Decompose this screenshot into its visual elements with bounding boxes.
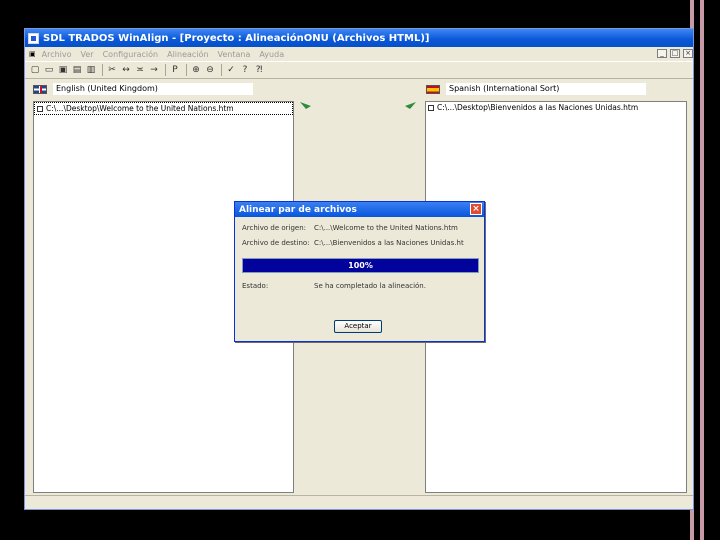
file-icon — [428, 104, 434, 111]
join-icon[interactable]: ≍ — [134, 64, 146, 76]
mdi-restore-icon[interactable]: □ — [670, 49, 680, 58]
mdi-doc-icon[interactable]: ▣ — [29, 50, 36, 58]
source-value: C:\...\Welcome to the United Nations.htm — [314, 224, 458, 232]
menu-configuracion[interactable]: Configuración — [103, 50, 159, 59]
window-titlebar: SDL TRADOS WinAlign - [Proyecto : Alinea… — [25, 29, 693, 47]
app-icon — [28, 32, 39, 44]
align-dialog: Alinear par de archivos × Archivo de ori… — [234, 201, 485, 342]
progress-text: 100% — [348, 261, 373, 270]
dialog-title: Alinear par de archivos — [239, 204, 357, 215]
link-arrow-right-icon — [405, 102, 416, 109]
import-icon[interactable]: ▤ — [71, 64, 83, 76]
cut-icon[interactable]: ✂ — [106, 64, 118, 76]
close-icon[interactable]: × — [470, 203, 482, 215]
menubar: ▣ Archivo Ver Configuración Alineación V… — [25, 47, 693, 61]
accept-button[interactable]: Aceptar — [334, 320, 382, 333]
link-arrow-left-icon — [300, 102, 311, 109]
status-label: Estado: — [242, 282, 269, 290]
properties-button[interactable]: P — [169, 64, 181, 76]
mdi-minimize-icon[interactable]: _ — [657, 49, 667, 58]
dialog-target-row: Archivo de destino: C:\...\Bienvenidos a… — [242, 239, 464, 247]
source-label: Archivo de origen: — [242, 224, 307, 232]
menu-alineacion[interactable]: Alineación — [167, 50, 208, 59]
dialog-titlebar: Alinear par de archivos × — [235, 202, 484, 217]
progress-bar: 100% — [242, 258, 479, 273]
menu-archivo[interactable]: Archivo — [42, 50, 72, 59]
save-icon[interactable]: ▣ — [57, 64, 69, 76]
arrow-right-icon[interactable]: → — [148, 64, 160, 76]
menu-ayuda[interactable]: Ayuda — [259, 50, 284, 59]
menu-ventana[interactable]: Ventana — [218, 50, 251, 59]
target-language: Spanish (International Sort) — [446, 83, 646, 95]
menu-ver[interactable]: Ver — [81, 50, 94, 59]
status-value: Se ha completado la alineación. — [314, 282, 426, 290]
new-file-icon[interactable]: ▢ — [29, 64, 41, 76]
dialog-status-row: Estado: Se ha completado la alineación. — [242, 282, 426, 290]
status-bar — [25, 495, 693, 509]
toolbar: ▢ ▭ ▣ ▤ ▥ ✂ ↔ ≍ → P ⊕ ⊖ ✓ ? ⁈ — [25, 61, 693, 79]
border-line — [700, 0, 704, 540]
context-help-icon[interactable]: ⁈ — [253, 64, 265, 76]
list-item[interactable]: C:\...\Desktop\Welcome to the United Nat… — [34, 102, 293, 115]
target-language-row: Spanish (International Sort) — [426, 83, 646, 95]
zoom-in-icon[interactable]: ⊕ — [190, 64, 202, 76]
toolbar-separator — [165, 64, 166, 76]
export-icon[interactable]: ▥ — [85, 64, 97, 76]
help-icon[interactable]: ? — [239, 64, 251, 76]
dialog-source-row: Archivo de origen: C:\...\Welcome to the… — [242, 224, 458, 232]
list-item[interactable]: C:\...\Desktop\Bienvenidos a las Nacione… — [426, 102, 686, 113]
target-label: Archivo de destino: — [242, 239, 310, 247]
window-title: SDL TRADOS WinAlign - [Proyecto : Alinea… — [43, 32, 430, 44]
confirm-icon[interactable]: ✓ — [225, 64, 237, 76]
file-icon — [37, 105, 43, 112]
target-file-name: C:\...\Desktop\Bienvenidos a las Nacione… — [437, 103, 639, 112]
toolbar-separator — [102, 64, 103, 76]
toolbar-separator — [186, 64, 187, 76]
split-icon[interactable]: ↔ — [120, 64, 132, 76]
spain-flag-icon — [426, 84, 440, 94]
mdi-close-icon[interactable]: × — [683, 49, 693, 58]
source-file-name: C:\...\Desktop\Welcome to the United Nat… — [46, 104, 234, 113]
toolbar-separator — [221, 64, 222, 76]
zoom-out-icon[interactable]: ⊖ — [204, 64, 216, 76]
source-language: English (United Kingdom) — [53, 83, 253, 95]
open-folder-icon[interactable]: ▭ — [43, 64, 55, 76]
source-language-row: English (United Kingdom) — [33, 83, 253, 95]
target-value: C:\...\Bienvenidos a las Naciones Unidas… — [314, 239, 464, 247]
uk-flag-icon — [33, 84, 47, 94]
